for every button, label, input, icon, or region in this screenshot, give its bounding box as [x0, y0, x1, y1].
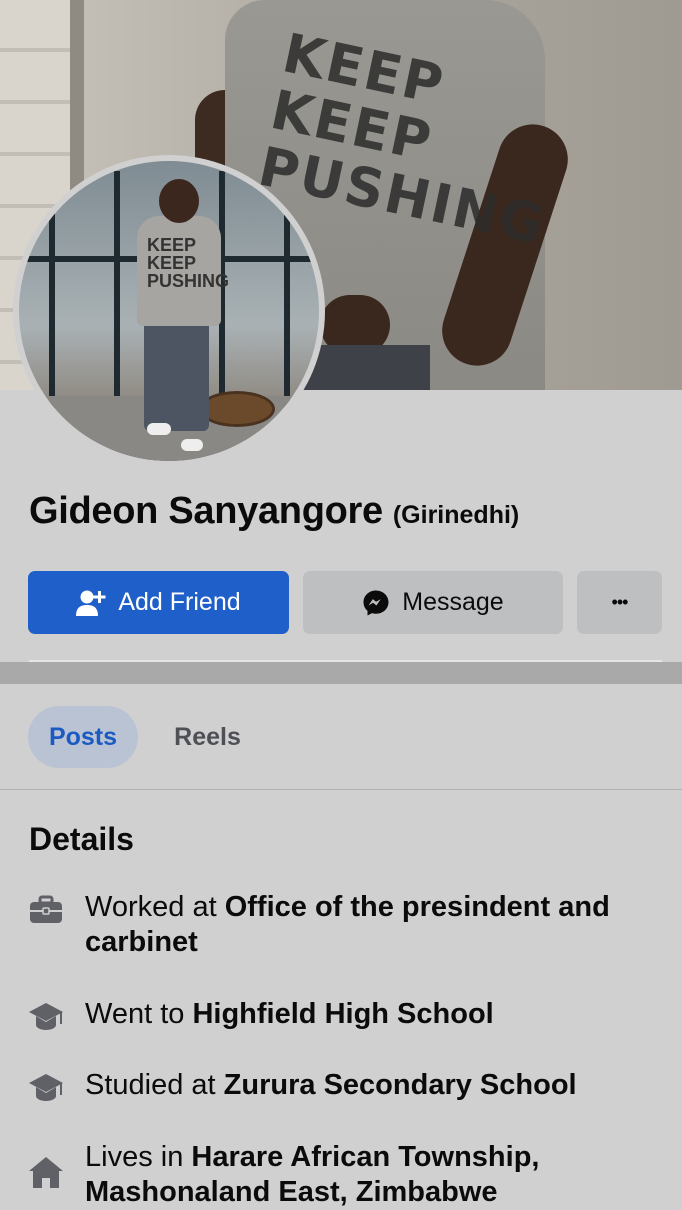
detail-item-education-1: Went to Highfield High School	[28, 997, 648, 1035]
message-button[interactable]: Message	[303, 571, 563, 634]
detail-prefix: Lives in	[85, 1141, 184, 1173]
avatar-doormat	[199, 391, 275, 427]
detail-value[interactable]: Highfield High School	[192, 998, 493, 1030]
avatar-person-head	[159, 179, 199, 223]
profile-name-row: Gideon Sanyangore (Girinedhi)	[29, 490, 519, 533]
avatar-shirt-text: KEEP KEEP PUSHING	[147, 235, 230, 291]
more-icon: •••	[611, 592, 629, 612]
profile-name: Gideon Sanyangore	[29, 490, 383, 532]
avatar-shoe	[181, 439, 203, 451]
avatar-photo: KEEP KEEP PUSHING	[19, 161, 319, 461]
graduation-cap-icon	[28, 999, 64, 1035]
tab-reels[interactable]: Reels	[155, 706, 260, 768]
detail-prefix: Worked at	[85, 891, 217, 923]
graduation-cap-icon	[28, 1070, 64, 1106]
avatar-window-frame	[114, 171, 120, 421]
messenger-icon	[362, 589, 390, 617]
detail-work-text: Worked at Office of the presindent and c…	[85, 890, 648, 960]
profile-avatar[interactable]: KEEP KEEP PUSHING	[13, 155, 325, 467]
add-friend-icon	[76, 589, 106, 617]
profile-alternate-name: (Girinedhi)	[392, 501, 520, 529]
avatar-window-frame	[49, 171, 55, 421]
tab-posts-label: Posts	[48, 722, 118, 751]
message-label: Message	[402, 588, 504, 616]
add-friend-label: Add Friend	[118, 588, 241, 616]
home-icon	[28, 1154, 64, 1190]
section-separator	[0, 662, 682, 684]
tab-posts[interactable]: Posts	[28, 706, 138, 768]
detail-value[interactable]: Zurura Secondary School	[224, 1069, 577, 1101]
tabs-divider	[0, 789, 682, 790]
briefcase-icon	[28, 892, 64, 928]
avatar-person-legs	[144, 321, 209, 431]
more-options-button[interactable]: •••	[577, 571, 662, 634]
tab-reels-label: Reels	[174, 722, 241, 751]
avatar-window-frame	[284, 171, 290, 421]
detail-item-work: Worked at Office of the presindent and c…	[28, 890, 648, 960]
add-friend-button[interactable]: Add Friend	[28, 571, 289, 634]
detail-prefix: Studied at	[85, 1069, 216, 1101]
detail-item-education-2: Studied at Zurura Secondary School	[28, 1068, 648, 1106]
detail-prefix: Went to	[85, 998, 185, 1030]
detail-education-1-text: Went to Highfield High School	[85, 997, 494, 1032]
details-heading: Details	[29, 821, 134, 857]
avatar-shoe	[147, 423, 171, 435]
detail-education-2-text: Studied at Zurura Secondary School	[85, 1068, 577, 1103]
